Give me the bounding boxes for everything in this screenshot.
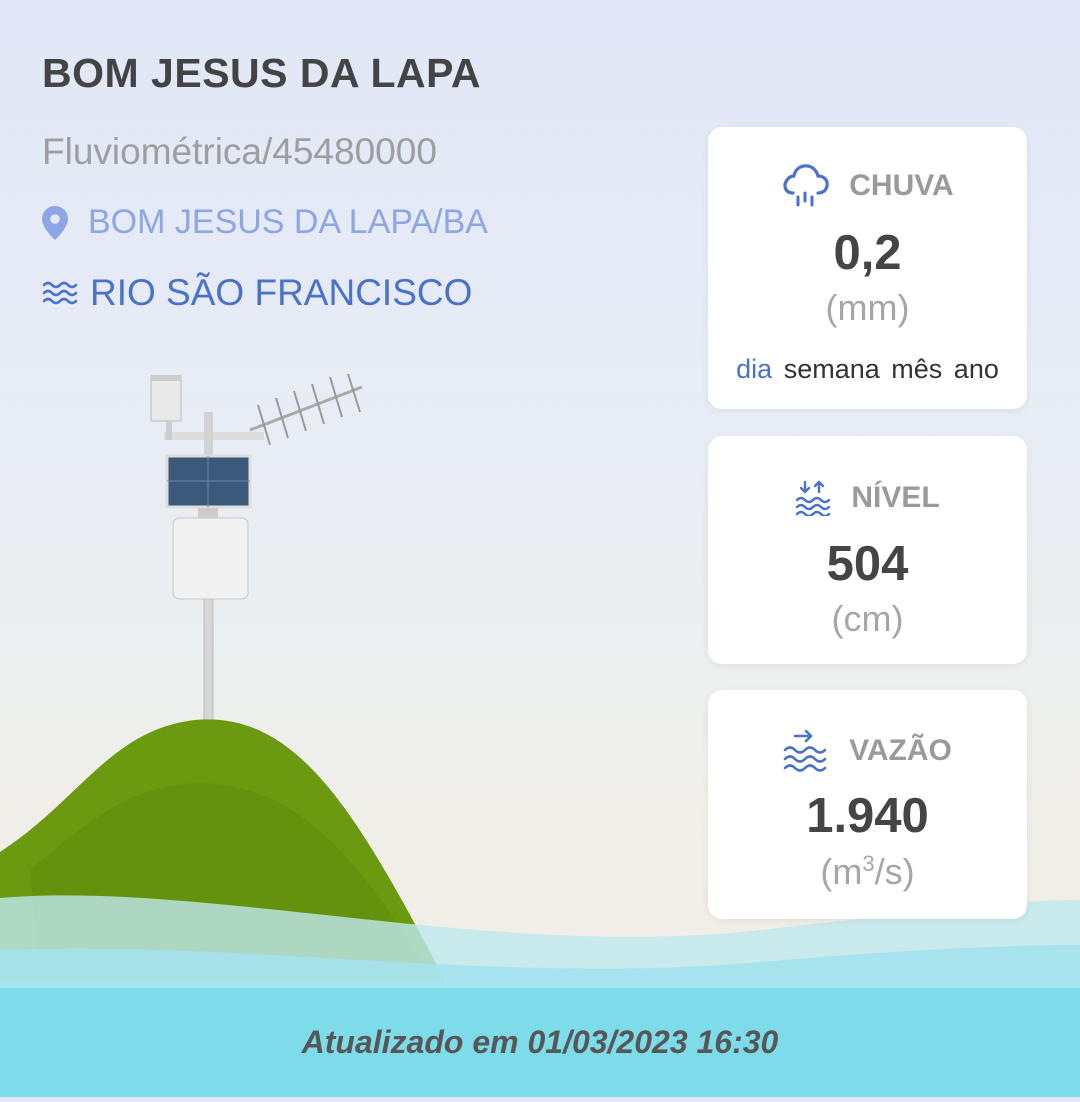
station-code: Fluviométrica/45480000	[42, 131, 437, 172]
flow-label: VAZÃO	[849, 734, 952, 767]
station-illustration	[150, 373, 363, 733]
rain-unit: (mm)	[825, 287, 910, 328]
level-card[interactable]: NÍVEL 504 (cm)	[708, 436, 1027, 664]
footer-bar: Atualizado em 01/03/2023 16:30	[0, 988, 1080, 1097]
river-text: RIO SÃO FRANCISCO	[90, 272, 473, 313]
flow-unit-suffix: /s)	[874, 851, 915, 892]
period-month[interactable]: mês	[891, 354, 942, 384]
flow-unit-sup: 3	[862, 851, 875, 876]
level-value: 504	[826, 537, 909, 591]
flow-unit-prefix: (m	[820, 851, 863, 892]
waves-icon	[42, 281, 78, 305]
location-pin-icon	[42, 205, 68, 240]
rain-value: 0,2	[833, 226, 902, 280]
water-flow-icon	[783, 730, 827, 772]
flow-value: 1.940	[806, 789, 929, 843]
period-day[interactable]: dia	[736, 354, 772, 384]
flow-card[interactable]: VAZÃO 1.940 (m3/s)	[708, 690, 1027, 919]
rain-label: CHUVA	[849, 169, 954, 202]
period-year[interactable]: ano	[954, 354, 999, 384]
location-text: BOM JESUS DA LAPA/BA	[88, 203, 488, 241]
level-label: NÍVEL	[851, 481, 940, 514]
rain-card[interactable]: CHUVA 0,2 (mm) dia semana mês ano	[708, 127, 1027, 409]
level-unit: (cm)	[831, 598, 904, 639]
water-level-icon	[796, 480, 831, 516]
flow-unit: (m3/s)	[708, 853, 1027, 890]
station-river: RIO SÃO FRANCISCO	[42, 272, 472, 314]
station-name: BOM JESUS DA LAPA	[42, 50, 482, 96]
period-week[interactable]: semana	[784, 354, 880, 384]
rain-cloud-icon	[783, 164, 830, 207]
station-location: BOM JESUS DA LAPA/BA	[42, 203, 488, 242]
updated-timestamp: Atualizado em 01/03/2023 16:30	[301, 1024, 779, 1060]
period-selector: dia semana mês ano	[708, 354, 1027, 385]
